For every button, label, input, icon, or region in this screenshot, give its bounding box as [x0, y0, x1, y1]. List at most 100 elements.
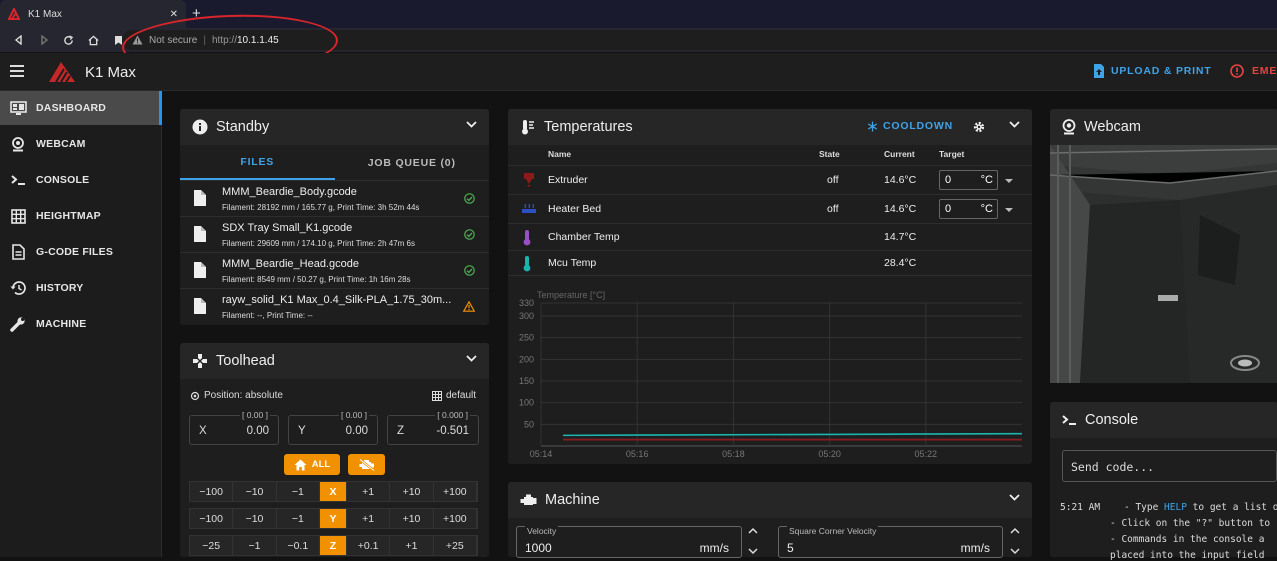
jog-x-plus-1[interactable]: +1: [346, 482, 391, 501]
scv-stepper-icon[interactable]: [1010, 527, 1020, 555]
sidebar-item-console[interactable]: CONSOLE: [0, 163, 162, 197]
velocity-stepper-icon[interactable]: [748, 527, 758, 555]
bed-presets-dropdown-icon[interactable]: [1005, 208, 1013, 212]
axis-label: Y: [298, 425, 306, 437]
column-header-current: Current: [884, 149, 915, 159]
sidebar-item-dashboard[interactable]: DASHBOARD: [0, 91, 162, 125]
file-tabs: FILES JOB QUEUE (0): [180, 145, 489, 180]
home-all-button[interactable]: ALL: [284, 454, 340, 475]
console-line: - Click on the "?" button to: [1110, 518, 1271, 529]
jog-z-plus-25[interactable]: +25: [433, 536, 477, 555]
sidebar-item-heightmap[interactable]: HEIGHTMAP: [0, 199, 162, 233]
cooldown-button[interactable]: COOLDOWN: [867, 120, 953, 132]
console-help-link[interactable]: HELP: [1164, 502, 1187, 513]
reload-icon[interactable]: [56, 34, 81, 46]
tab-files[interactable]: FILES: [180, 145, 335, 180]
chart-series-line: [562, 432, 1023, 437]
browser-tab[interactable]: K1 Max ✕: [0, 0, 186, 28]
sidebar-item-webcam[interactable]: WEBCAM: [0, 127, 162, 161]
toolhead-card-header[interactable]: Toolhead: [180, 343, 489, 379]
jog-z-plus-1[interactable]: +1: [390, 536, 434, 555]
home-y-button[interactable]: Y: [319, 509, 347, 528]
send-code-input[interactable]: Send code...: [1062, 450, 1277, 482]
extruder-presets-dropdown-icon[interactable]: [1005, 179, 1013, 183]
emergency-stop-button[interactable]: EME: [1230, 64, 1277, 78]
jog-z-plus-0-1[interactable]: +0.1: [346, 536, 391, 555]
home-icon[interactable]: [81, 35, 106, 46]
jog-x-minus-100[interactable]: −100: [190, 482, 234, 501]
jog-y-plus-1[interactable]: +1: [346, 509, 391, 528]
warning-triangle-icon: [132, 35, 143, 45]
sidebar-item-history[interactable]: HISTORY: [0, 271, 162, 305]
temperature-chart[interactable]: Temperature [°C] 50 100 150 200 250 300 330 05…: [508, 283, 1032, 461]
extruder-target-input[interactable]: 0 °C: [939, 170, 998, 190]
console-line: placed into the input field: [1110, 550, 1265, 561]
settings-gear-icon[interactable]: [973, 121, 985, 133]
gamepad-icon: [192, 353, 208, 369]
temperatures-card-header[interactable]: Temperatures COOLDOWN: [508, 109, 1032, 145]
security-indicator[interactable]: Not secure: [149, 35, 197, 46]
square-corner-velocity-field[interactable]: Square Corner Velocity 5 mm/s: [778, 526, 1003, 558]
home-z-button[interactable]: Z: [319, 536, 347, 555]
menu-icon[interactable]: [10, 65, 24, 77]
jog-row-x: −100 −10 −1 X +1 +10 +100: [189, 481, 478, 502]
jog-z-minus-1[interactable]: −1: [233, 536, 277, 555]
jog-x-plus-100[interactable]: +100: [433, 482, 477, 501]
file-row[interactable]: MMM_Beardie_Head.gcode Filament: 8549 mm…: [180, 252, 489, 288]
jog-z-minus-25[interactable]: −25: [190, 536, 234, 555]
file-meta: Filament: 8549 mm / 50.27 g, Print Time:…: [222, 275, 411, 284]
webcam-card-header[interactable]: Webcam: [1050, 109, 1277, 145]
sensor-current-temp: 14.7°C: [884, 231, 917, 243]
jog-x-minus-1[interactable]: −1: [276, 482, 320, 501]
file-icon: [194, 298, 206, 314]
jog-y-minus-100[interactable]: −100: [190, 509, 234, 528]
status-card-header[interactable]: Standby: [180, 109, 489, 145]
upload-print-button[interactable]: UPLOAD & PRINT: [1093, 64, 1211, 78]
check-circle-icon: [464, 229, 475, 240]
velocity-field[interactable]: Velocity 1000 mm/s: [516, 526, 742, 558]
chart-y-tick-label: 150: [519, 376, 534, 386]
file-row[interactable]: rayw_solid_K1 Max_0.4_Silk-PLA_1.75_30m.…: [180, 288, 489, 324]
chevron-down-icon[interactable]: [1009, 494, 1020, 501]
jog-y-minus-1[interactable]: −1: [276, 509, 320, 528]
webcam-icon: [9, 135, 27, 153]
file-row[interactable]: SDX Tray Small_K1.gcode Filament: 29609 …: [180, 216, 489, 252]
position-value: 0.00: [345, 425, 368, 437]
chevron-down-icon[interactable]: [466, 355, 477, 362]
sensor-row-mcu: Mcu Temp 28.4°C: [508, 250, 1032, 276]
url-field[interactable]: Not secure | http://10.1.1.45: [122, 30, 1277, 50]
sidebar-item-label: HEIGHTMAP: [36, 210, 101, 222]
grid-small-icon: [432, 390, 442, 401]
sidebar-item-label: G-CODE FILES: [36, 246, 114, 258]
new-tab-button[interactable]: +: [192, 5, 201, 22]
jog-z-minus-0-1[interactable]: −0.1: [276, 536, 320, 555]
jog-x-minus-10[interactable]: −10: [233, 482, 277, 501]
file-icon: [194, 262, 206, 278]
jog-y-plus-10[interactable]: +10: [390, 509, 434, 528]
console-timestamp: 5:21 AM: [1060, 502, 1101, 513]
file-row[interactable]: MMM_Beardie_Body.gcode Filament: 28192 m…: [180, 180, 489, 216]
jog-y-plus-100[interactable]: +100: [433, 509, 477, 528]
back-icon[interactable]: [6, 35, 31, 45]
sidebar-item-gcode-files[interactable]: G-CODE FILES: [0, 235, 162, 269]
motors-off-button[interactable]: [348, 454, 385, 475]
status-card: Standby FILES JOB QUEUE (0) MMM_Beardie_…: [180, 109, 489, 325]
bed-target-input[interactable]: 0 °C: [939, 199, 998, 219]
jog-x-plus-10[interactable]: +10: [390, 482, 434, 501]
webcam-feed-image[interactable]: [1050, 145, 1277, 383]
close-tab-icon[interactable]: ✕: [170, 9, 178, 20]
forward-icon[interactable]: [31, 35, 56, 45]
position-value: -0.501: [436, 425, 469, 437]
machine-card-header[interactable]: Machine: [508, 482, 1032, 518]
chevron-down-icon[interactable]: [466, 121, 477, 128]
jog-y-minus-10[interactable]: −10: [233, 509, 277, 528]
chart-y-tick-label: 300: [519, 311, 534, 321]
console-card-header[interactable]: Console: [1050, 402, 1277, 438]
engine-off-icon: [358, 458, 375, 471]
home-x-button[interactable]: X: [319, 482, 347, 501]
chevron-down-icon[interactable]: [1009, 121, 1020, 128]
sidebar-item-machine[interactable]: MACHINE: [0, 307, 162, 341]
profile-selector[interactable]: default: [432, 390, 476, 401]
position-mode[interactable]: Position: absolute: [190, 390, 283, 401]
tab-job-queue[interactable]: JOB QUEUE (0): [335, 145, 490, 180]
